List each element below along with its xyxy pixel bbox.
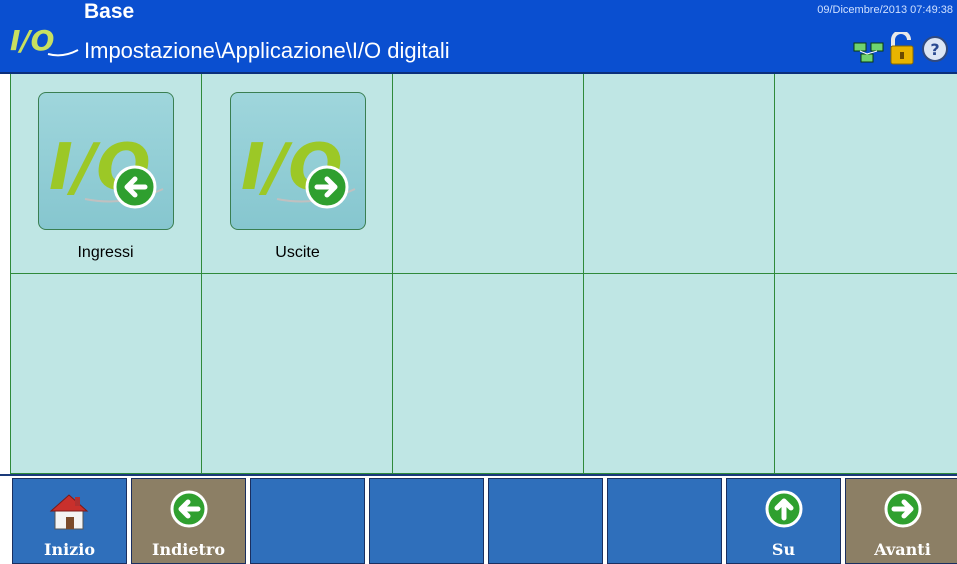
up-button[interactable]: Su [726,478,841,564]
uscite-label: Uscite [275,244,320,261]
grid-cell [393,274,584,474]
next-label: Avanti [874,540,931,559]
grid-cell [775,74,957,274]
ingressi-label: Ingressi [77,244,134,261]
home-icon [49,494,88,530]
grid-cell [202,274,393,474]
grid-cell [584,74,775,274]
home-button[interactable]: Inizio [12,478,127,564]
softkey-empty-4[interactable] [369,478,484,564]
softkey-empty-6[interactable] [607,478,722,564]
grid-cell [775,274,957,474]
io-inputs-icon: I/O [49,131,164,209]
softkey-bar: Inizio Indietro Su Avanti [0,474,957,564]
back-label: Indietro [151,540,226,559]
status-icons: ? [841,30,951,66]
ingressi-tile[interactable]: I/O [38,92,174,230]
grid-cell[interactable]: I/O Uscite [202,74,393,274]
breadcrumb: Impostazione\Applicazione\I/O digitali [84,38,450,63]
datetime-display: 09/Dicembre/2013 07:49:38 [817,4,953,16]
grid-cell [393,74,584,274]
grid-cell[interactable]: I/O Ingressi [10,74,202,274]
next-button[interactable]: Avanti [845,478,957,564]
arrow-left-icon [170,490,207,528]
io-logo-icon: I/O [10,24,79,57]
softkey-empty-3[interactable] [250,478,365,564]
network-icon [853,42,884,63]
uscite-tile[interactable]: I/O [230,92,366,230]
svg-text:I/O: I/O [10,24,54,57]
back-button[interactable]: Indietro [131,478,246,564]
svg-text:?: ? [930,40,939,59]
menu-grid: I/O Ingressi I/O Uscite [10,74,957,474]
page-title: Base [84,0,135,23]
softkey-empty-5[interactable] [488,478,603,564]
grid-cell [10,274,202,474]
arrow-right-icon [884,490,921,528]
grid-cell [584,274,775,474]
header-bar: I/O Base Impostazione\Applicazione\I/O d… [0,0,957,74]
unlocked-padlock-icon[interactable] [887,32,917,66]
arrow-up-icon [765,490,802,528]
up-label: Su [771,540,796,559]
io-outputs-icon: I/O [241,131,356,209]
help-icon[interactable]: ? [921,35,949,63]
home-label: Inizio [43,540,96,559]
